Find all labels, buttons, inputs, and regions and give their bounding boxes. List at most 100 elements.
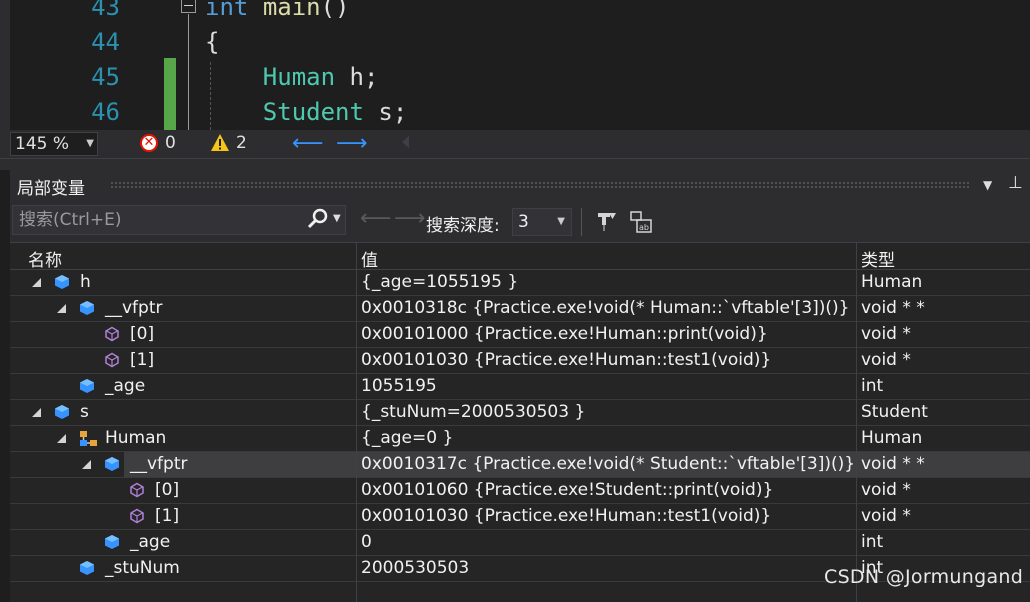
warning-icon[interactable] — [210, 133, 230, 153]
collapse-icon[interactable] — [181, 0, 196, 13]
variable-value[interactable]: 0x00101030 {Practice.exe!Human::test1(vo… — [361, 350, 855, 370]
variable-value[interactable]: 0x00101060 {Practice.exe!Student::print(… — [361, 480, 855, 500]
table-row[interactable]: _age 0 int — [10, 530, 1030, 556]
field-icon — [79, 378, 95, 398]
variable-type: void * — [861, 324, 911, 344]
column-divider[interactable] — [856, 242, 857, 602]
splitter[interactable] — [0, 158, 1030, 170]
code-token: Student — [262, 98, 364, 126]
variable-type: Human — [861, 272, 923, 292]
table-row[interactable]: [0] 0x00101000 {Practice.exe!Human::print… — [10, 322, 1030, 348]
code-line[interactable]: 45 Human h; — [0, 60, 1030, 95]
search-box[interactable]: ▼ — [12, 205, 346, 235]
method-icon — [129, 482, 145, 502]
field-icon — [54, 404, 70, 424]
table-row[interactable]: h {_age=1055195 } Human — [10, 270, 1030, 296]
base-class-icon — [79, 430, 99, 452]
variable-type: int — [861, 376, 884, 396]
expand-collapse-icon[interactable] — [82, 460, 91, 469]
code-token: s; — [363, 98, 408, 126]
window-position-dropdown-icon[interactable]: ▼ — [983, 178, 992, 192]
table-row[interactable]: [1] 0x00101030 {Practice.exe!Human::test1… — [10, 504, 1030, 530]
table-row[interactable]: [1] 0x00101030 {Practice.exe!Human::test1… — [10, 348, 1030, 374]
code-token: { — [205, 28, 220, 56]
code-text[interactable]: { — [205, 25, 219, 60]
chevron-down-icon: ▼ — [86, 138, 94, 149]
variable-value[interactable]: {_stuNum=2000530503 } — [361, 402, 855, 422]
search-icon[interactable] — [307, 208, 329, 230]
code-text[interactable]: Human h; — [205, 60, 379, 95]
line-number: 45 — [91, 63, 120, 91]
expand-collapse-icon[interactable] — [57, 304, 66, 313]
search-previous-icon[interactable]: ⟵ — [360, 206, 392, 231]
search-depth-select[interactable]: 3 ▼ — [512, 208, 572, 236]
pin-source-icon[interactable] — [595, 210, 617, 232]
scroll-left-icon[interactable] — [402, 136, 409, 148]
navigate-forward-icon[interactable]: ⟶ — [336, 131, 368, 156]
column-header-type[interactable]: 类型 — [861, 246, 895, 271]
toolbar-separator — [581, 208, 582, 236]
variable-name: __vfptr — [130, 454, 188, 474]
expand-collapse-icon[interactable] — [32, 408, 41, 417]
table-row[interactable]: Human {_age=0 } Human — [10, 426, 1030, 452]
variable-name: _age — [130, 532, 171, 552]
table-row[interactable]: __vfptr 0x0010318c {Practice.exe!void(* H… — [10, 296, 1030, 322]
code-line[interactable]: 43 int main() — [0, 0, 1030, 25]
pin-icon[interactable]: ⊥ — [1008, 173, 1023, 193]
line-number: 43 — [91, 0, 120, 21]
method-icon — [104, 326, 120, 346]
variable-value[interactable]: 0x00101000 {Practice.exe!Human::print(vo… — [361, 324, 855, 344]
variable-name: [1] — [155, 506, 180, 526]
code-line[interactable]: 44 { — [0, 25, 1030, 60]
navigate-back-icon[interactable]: ⟵ — [292, 131, 324, 156]
error-count[interactable]: 0 — [165, 133, 176, 153]
variable-type: int — [861, 532, 884, 552]
editor-status-bar: 145 % ▼ ✕ 0 2 ⟵ ⟶ — [0, 130, 1030, 158]
error-icon[interactable]: ✕ — [140, 134, 158, 152]
variable-value[interactable]: 1055195 — [361, 376, 855, 396]
column-divider[interactable] — [356, 242, 357, 602]
table-row[interactable]: _age 1055195 int — [10, 374, 1030, 400]
variable-name: [0] — [130, 324, 155, 344]
variable-type: void * — [861, 350, 911, 370]
outline-line — [188, 14, 189, 130]
indent-guide — [210, 62, 211, 130]
table-row[interactable]: __vfptr 0x0010317c {Practice.exe!void(* S… — [10, 452, 1030, 478]
variable-name: _stuNum — [105, 558, 180, 578]
warning-count[interactable]: 2 — [236, 133, 247, 153]
column-header-value[interactable]: 值 — [361, 246, 378, 271]
search-options-dropdown-icon[interactable]: ▼ — [333, 213, 341, 224]
variable-value[interactable]: 0x0010318c {Practice.exe!void(* Human::`… — [361, 298, 855, 318]
variable-value[interactable]: 0 — [361, 532, 855, 552]
locals-toolbar: ▼ ⟵ ⟶ 搜索深度: 3 ▼ ab — [10, 200, 1030, 242]
variable-type: void * * — [861, 298, 925, 318]
table-row[interactable]: [0] 0x00101060 {Practice.exe!Student::pri… — [10, 478, 1030, 504]
search-input[interactable] — [19, 210, 299, 230]
variable-value[interactable]: {_age=0 } — [361, 428, 855, 448]
zoom-dropdown[interactable]: 145 % ▼ — [10, 132, 98, 156]
variable-name: h — [80, 272, 91, 292]
expand-collapse-icon[interactable] — [32, 278, 41, 287]
locals-panel-header: 局部变量 ▼ ⊥ ✕ — [10, 170, 1030, 200]
code-text[interactable]: int main() — [205, 0, 350, 25]
field-icon — [79, 300, 95, 320]
hexadecimal-display-icon[interactable]: ab — [629, 210, 653, 234]
variable-value[interactable]: 0x00101030 {Practice.exe!Human::test1(vo… — [361, 506, 855, 526]
code-text[interactable]: Student s; — [205, 95, 408, 130]
variable-value[interactable]: {_age=1055195 } — [361, 272, 855, 292]
chevron-down-icon: ▼ — [557, 216, 565, 227]
code-token: int — [205, 0, 249, 21]
search-next-icon[interactable]: ⟶ — [394, 206, 426, 231]
code-editor[interactable]: 43 int main() 44{45 Human h; 46 Student s; — [0, 0, 1030, 130]
panel-title: 局部变量 — [17, 179, 85, 199]
table-row[interactable]: s {_stuNum=2000530503 } Student — [10, 400, 1030, 426]
variable-value[interactable]: 0x0010317c {Practice.exe!void(* Student:… — [361, 454, 855, 474]
expand-collapse-icon[interactable] — [57, 434, 66, 443]
variable-type: void * — [861, 506, 911, 526]
code-line[interactable]: 46 Student s; — [0, 95, 1030, 130]
column-header-name[interactable]: 名称 — [28, 246, 62, 271]
search-depth-value: 3 — [518, 212, 529, 232]
variable-value[interactable]: 2000530503 — [361, 558, 855, 578]
drag-grip[interactable] — [110, 181, 970, 189]
